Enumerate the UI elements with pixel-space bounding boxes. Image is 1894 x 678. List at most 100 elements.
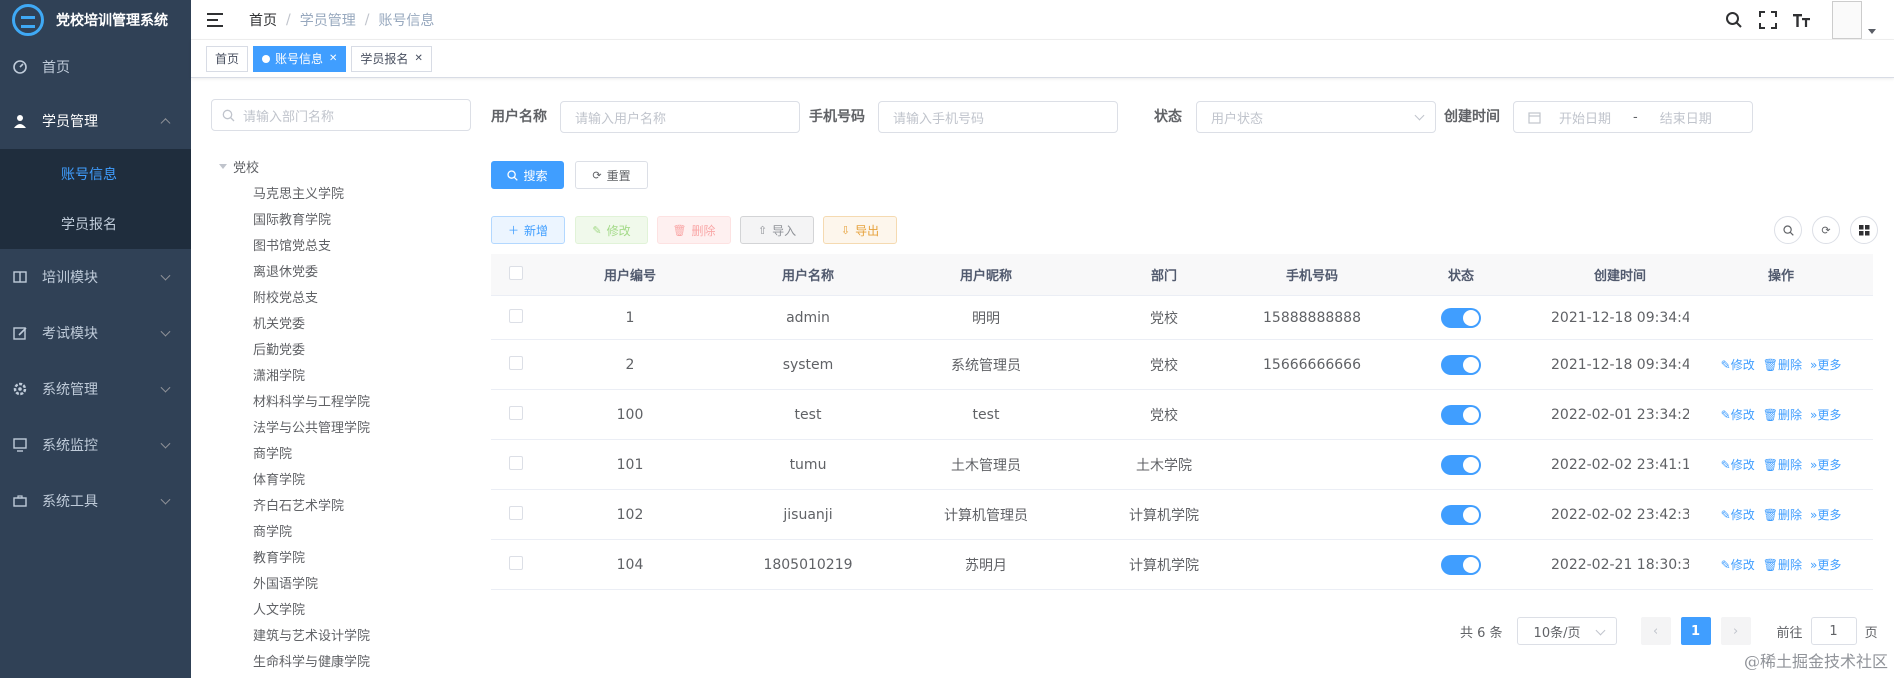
row-checkbox[interactable] [509, 308, 523, 323]
tree-node[interactable]: 附校党总支 [211, 283, 471, 309]
row-edit-button[interactable]: ✎修改 [1721, 408, 1755, 422]
status-switch[interactable] [1441, 554, 1481, 575]
select-all-checkbox[interactable] [509, 265, 523, 280]
sidebar-item-students[interactable]: 学员管理 [0, 93, 191, 149]
tree-node[interactable]: 机关党委 [211, 309, 471, 335]
table-row[interactable]: 2 system 系统管理员 党校 15666666666 2021-12-18 09:3… [491, 340, 1873, 390]
tree-node[interactable]: 潇湘学院 [211, 361, 471, 387]
row-more-button[interactable]: »更多 [1810, 358, 1841, 372]
row-more-button[interactable]: »更多 [1810, 458, 1841, 472]
table-row[interactable]: 104 1805010219 苏明月 计算机学院 2022-02-21 18:30:37… [491, 540, 1873, 590]
sidebar-item-student-enroll[interactable]: 学员报名 [0, 199, 191, 249]
tree-node[interactable]: 法学与公共管理学院 [211, 413, 471, 439]
tree-node[interactable]: 马克思主义学院 [211, 179, 471, 205]
row-delete-button[interactable]: 🗑删除 [1763, 408, 1802, 422]
tree-node[interactable]: 人文学院 [211, 595, 471, 621]
table-row[interactable]: 100 test test 党校 2022-02-01 23:34:20 ✎修改 🗑删除 »更… [491, 390, 1873, 440]
search-button[interactable]: 搜索 [491, 161, 564, 189]
sidebar-item-tools[interactable]: 系统工具 [0, 473, 191, 529]
tree-node[interactable]: 体育学院 [211, 465, 471, 491]
tree-node[interactable]: 外国语学院 [211, 569, 471, 595]
status-select[interactable]: 用户状态 [1196, 101, 1436, 133]
toggle-search-button[interactable] [1774, 216, 1802, 244]
tree-node[interactable]: 图书馆党总支 [211, 231, 471, 257]
reset-button[interactable]: ⟳ 重置 [575, 161, 648, 189]
status-switch[interactable] [1441, 504, 1481, 525]
tag-home[interactable]: 首页 [206, 45, 249, 72]
refresh-button[interactable]: ⟳ [1812, 216, 1840, 244]
columns-button[interactable] [1850, 216, 1878, 244]
row-checkbox[interactable] [509, 455, 523, 470]
table-row[interactable]: 1 admin 明明 党校 15888888888 2021-12-18 09:34:44 [491, 296, 1873, 340]
tree-root[interactable]: 党校 [211, 153, 471, 179]
tree-node[interactable]: 商学院 [211, 517, 471, 543]
tag-account-info[interactable]: 账号信息 ✕ [253, 45, 347, 72]
tree-node[interactable]: 齐白石艺术学院 [211, 491, 471, 517]
breadcrumb-item[interactable]: 首页 [249, 10, 277, 30]
status-switch[interactable] [1441, 404, 1481, 425]
add-button[interactable]: ＋ 新增 [491, 216, 565, 244]
edit-button[interactable]: ✎ 修改 [575, 216, 648, 244]
row-more-button[interactable]: »更多 [1810, 508, 1841, 522]
row-checkbox[interactable] [509, 405, 523, 420]
row-delete-button[interactable]: 🗑删除 [1763, 458, 1802, 472]
page-number-current[interactable]: 1 [1680, 617, 1711, 645]
table-row[interactable]: 102 jisuanji 计算机管理员 计算机学院 2022-02-02 23:42:3… [491, 490, 1873, 540]
prev-page-button[interactable]: ‹ [1640, 617, 1671, 645]
tree-node[interactable]: 商学院 [211, 439, 471, 465]
row-delete-button[interactable]: 🗑删除 [1763, 558, 1802, 572]
row-more-button[interactable]: »更多 [1810, 408, 1841, 422]
search-icon[interactable] [1724, 10, 1744, 30]
tag-student-enroll[interactable]: 学员报名 ✕ [351, 45, 432, 72]
tree-node[interactable]: 国际教育学院 [211, 205, 471, 231]
tree-node[interactable]: 离退休党委 [211, 257, 471, 283]
sidebar-item-account-info[interactable]: 账号信息 [0, 149, 191, 199]
row-edit-button[interactable]: ✎修改 [1721, 358, 1755, 372]
close-icon[interactable]: ✕ [329, 47, 337, 71]
phone-input[interactable]: 请输入手机号码 [878, 101, 1118, 133]
tree-node[interactable]: 教育学院 [211, 543, 471, 569]
sidebar-item-exam[interactable]: 考试模块 [0, 305, 191, 361]
chevron-down-icon [160, 382, 171, 393]
sidebar-item-home[interactable]: 首页 [0, 40, 191, 93]
caret-down-icon[interactable] [219, 163, 227, 169]
delete-button[interactable]: 🗑 删除 [657, 216, 731, 244]
tree-node[interactable]: 建筑与艺术设计学院 [211, 621, 471, 647]
status-switch[interactable] [1441, 454, 1481, 475]
fullscreen-icon[interactable] [1758, 10, 1778, 30]
username-input[interactable]: 请输入用户名称 [560, 101, 800, 133]
export-button[interactable]: ⇩ 导出 [823, 216, 897, 244]
next-page-button[interactable]: › [1720, 617, 1751, 645]
row-edit-button[interactable]: ✎修改 [1721, 558, 1755, 572]
table-row[interactable]: 101 tumu 土木管理员 土木学院 2022-02-02 23:41:13 ✎修改 🗑删… [491, 440, 1873, 490]
row-checkbox[interactable] [509, 355, 523, 370]
goto-page-input[interactable]: 1 [1810, 617, 1857, 645]
row-delete-button[interactable]: 🗑删除 [1763, 508, 1802, 522]
close-icon[interactable]: ✕ [414, 47, 422, 71]
page-size-select[interactable]: 10条/页 [1516, 617, 1617, 645]
date-range-picker[interactable]: 开始日期 - 结束日期 [1513, 101, 1753, 133]
tree-node[interactable]: 后勤党委 [211, 335, 471, 361]
row-checkbox[interactable] [509, 505, 523, 520]
watermark: @稀土掘金技术社区 [1743, 652, 1888, 671]
avatar[interactable] [1832, 1, 1862, 39]
row-edit-button[interactable]: ✎修改 [1721, 458, 1755, 472]
caret-down-icon[interactable] [1868, 28, 1876, 34]
sidebar-item-monitor[interactable]: 系统监控 [0, 417, 191, 473]
row-checkbox[interactable] [509, 555, 523, 570]
font-size-icon[interactable] [1792, 10, 1812, 30]
status-switch[interactable] [1441, 307, 1481, 328]
hamburger-icon[interactable] [207, 12, 225, 27]
status-switch[interactable] [1441, 354, 1481, 375]
breadcrumb-item[interactable]: 学员管理 [300, 10, 356, 30]
import-button[interactable]: ⇧ 导入 [740, 216, 814, 244]
tree-node[interactable]: 生命科学与健康学院 [211, 647, 471, 673]
dept-search-input[interactable]: 请输入部门名称 [211, 99, 471, 131]
sidebar-item-training[interactable]: 培训模块 [0, 249, 191, 305]
row-delete-button[interactable]: 🗑删除 [1763, 358, 1802, 372]
row-edit-button[interactable]: ✎修改 [1721, 508, 1755, 522]
sidebar-item-system[interactable]: 系统管理 [0, 361, 191, 417]
tree-node[interactable]: 材料科学与工程学院 [211, 387, 471, 413]
app-logo[interactable]: 党校培训管理系统 [0, 0, 191, 40]
row-more-button[interactable]: »更多 [1810, 558, 1841, 572]
